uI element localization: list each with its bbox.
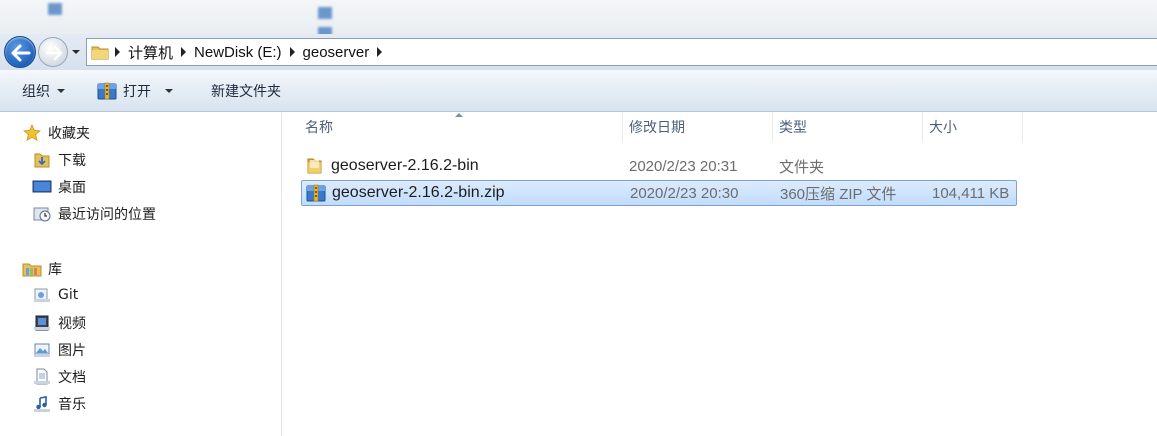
nav-item-label: Git (58, 287, 79, 303)
document-library-icon (32, 368, 52, 386)
nav-item-git[interactable]: Git (32, 286, 78, 304)
recent-pages-dropdown-icon[interactable] (70, 47, 82, 57)
file-name: geoserver-2.16.2-bin.zip (332, 184, 505, 201)
column-header-type[interactable]: 类型 (773, 112, 923, 142)
nav-item-pictures[interactable]: 图片 (32, 340, 86, 360)
column-header-label: 大小 (929, 120, 957, 136)
picture-library-icon (32, 341, 52, 359)
column-header-label: 修改日期 (629, 120, 685, 136)
breadcrumb-separator-icon[interactable] (115, 47, 120, 57)
organize-label: 组织 (22, 83, 50, 100)
background-window (0, 0, 1157, 36)
address-row: 计算机 NewDisk (E:) geoserver (0, 34, 1157, 70)
zip-archive-icon (306, 184, 326, 202)
column-header-size[interactable]: 大小 (923, 112, 1023, 142)
file-date: 2020/2/23 20:31 (629, 157, 738, 175)
file-date: 2020/2/23 20:30 (630, 184, 739, 202)
file-type: 文件夹 (779, 158, 825, 176)
nav-item-downloads[interactable]: 下载 (32, 150, 86, 170)
nav-favorites-label: 收藏夹 (48, 126, 90, 142)
libraries-icon (22, 260, 42, 278)
zip-archive-icon (97, 82, 117, 99)
background-text (48, 2, 72, 15)
folder-icon (305, 157, 325, 175)
downloads-folder-icon (32, 151, 52, 169)
music-library-icon (32, 395, 52, 413)
command-toolbar: 组织 打开 新建文件夹 (0, 70, 1157, 112)
column-header-name[interactable]: 名称 (299, 112, 623, 142)
nav-item-recent-places[interactable]: 最近访问的位置 (32, 204, 156, 224)
video-library-icon (32, 314, 52, 332)
breadcrumb-separator-icon[interactable] (181, 47, 187, 57)
file-type: 360压缩 ZIP 文件 (780, 185, 897, 203)
nav-item-label: 图片 (58, 343, 86, 359)
file-name-cell: geoserver-2.16.2-bin.zip (306, 181, 505, 205)
nav-item-label: 音乐 (58, 397, 86, 413)
nav-item-label: 视频 (58, 316, 86, 332)
file-name-cell: geoserver-2.16.2-bin (305, 153, 479, 179)
nav-item-desktop[interactable]: 桌面 (32, 177, 86, 197)
breadcrumb-folder[interactable]: geoserver (303, 44, 370, 61)
open-label: 打开 (123, 83, 151, 100)
nav-item-label: 文档 (58, 370, 86, 386)
file-row-selected[interactable]: geoserver-2.16.2-bin.zip 2020/2/23 20:30… (301, 180, 1017, 206)
navigation-pane: 收藏夹 下载 桌面 最近访问的位置 库 Git 视频 图片 文档 音乐 (0, 112, 282, 436)
nav-item-label: 下载 (58, 153, 86, 169)
desktop-icon (32, 178, 52, 196)
breadcrumb-separator-icon[interactable] (289, 47, 295, 57)
background-text (318, 6, 342, 19)
file-list-pane: 名称 修改日期 类型 大小 geoserver-2.16.2-bin 2020/… (283, 112, 1157, 436)
organize-button[interactable]: 组织 (16, 77, 71, 105)
breadcrumb-computer[interactable]: 计算机 (128, 42, 173, 63)
breadcrumb-separator-icon[interactable] (377, 47, 383, 57)
star-icon (22, 124, 42, 142)
new-folder-button[interactable]: 新建文件夹 (205, 77, 287, 105)
file-row[interactable]: geoserver-2.16.2-bin 2020/2/23 20:31 文件夹 (301, 153, 1017, 179)
file-size: 104,411 KB (932, 184, 1010, 202)
nav-favorites[interactable]: 收藏夹 (22, 123, 90, 143)
open-button[interactable]: 打开 (91, 77, 179, 105)
folder-icon (91, 46, 109, 60)
file-name: geoserver-2.16.2-bin (331, 157, 479, 174)
nav-item-label: 桌面 (58, 180, 86, 196)
forward-arrow-icon (45, 45, 63, 61)
back-arrow-icon (11, 44, 31, 62)
address-bar[interactable]: 计算机 NewDisk (E:) geoserver (86, 38, 1157, 66)
chevron-down-icon (57, 88, 65, 93)
column-header-label: 类型 (779, 120, 807, 136)
back-button[interactable] (4, 36, 36, 68)
recent-places-icon (32, 205, 52, 223)
column-header-date[interactable]: 修改日期 (623, 112, 773, 142)
breadcrumb-drive[interactable]: NewDisk (E:) (194, 44, 282, 61)
nav-item-documents[interactable]: 文档 (32, 367, 86, 387)
forward-button[interactable] (38, 37, 68, 67)
nav-item-label: 最近访问的位置 (58, 207, 156, 223)
nav-item-music[interactable]: 音乐 (32, 394, 86, 414)
git-library-icon (32, 286, 52, 304)
chevron-down-icon (165, 88, 173, 93)
column-header-label: 名称 (305, 120, 333, 136)
nav-libraries[interactable]: 库 (22, 259, 62, 279)
new-folder-label: 新建文件夹 (211, 83, 281, 100)
nav-libraries-label: 库 (48, 262, 62, 278)
nav-item-videos[interactable]: 视频 (32, 313, 86, 333)
